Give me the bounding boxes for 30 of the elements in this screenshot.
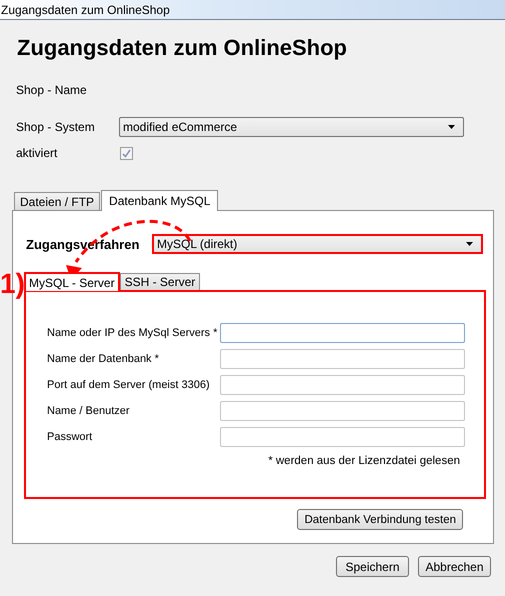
access-method-dropdown[interactable]: MySQL (direkt) <box>152 234 483 254</box>
dialog-heading: Zugangsdaten zum OnlineShop <box>17 34 348 62</box>
checkbox[interactable] <box>120 146 133 160</box>
field-label: Passwort <box>47 431 94 443</box>
input-field[interactable] <box>220 349 465 369</box>
field-label: Shop - System <box>16 120 96 134</box>
field-label: Name / Benutzer <box>47 405 131 417</box>
input-field[interactable] <box>220 401 465 421</box>
tab[interactable]: Dateien / FTP <box>14 192 100 210</box>
field-label: Shop - Name <box>16 83 88 97</box>
input-field[interactable] <box>220 323 465 343</box>
window-title: Zugangsdaten zum OnlineShop <box>0 2 170 16</box>
caret-icon <box>448 125 455 129</box>
caret-icon <box>466 242 473 246</box>
field-label: Port auf dem Server (meist 3306) <box>47 379 211 391</box>
tab[interactable]: SSH - Server <box>120 273 200 290</box>
field-label: aktiviert <box>16 146 58 160</box>
dialog-button[interactable]: Speichern <box>336 556 409 577</box>
test-connection-button[interactable]: Datenbank Verbindung testen <box>297 509 463 530</box>
field-label: Name der Datenbank * <box>47 353 160 365</box>
input-field[interactable] <box>220 375 465 395</box>
note-text: * werden aus der Lizenzdatei gelesen <box>267 455 460 467</box>
tab[interactable]: Datenbank MySQL <box>101 190 218 211</box>
callout-number: 1) <box>0 268 25 300</box>
dialog-button[interactable]: Abbrechen <box>418 556 491 577</box>
field-label: Name oder IP des MySql Servers * <box>47 327 218 339</box>
field-label: Zugangsverfahren <box>26 236 140 252</box>
input-field[interactable] <box>220 427 465 447</box>
shop-system-dropdown[interactable]: modified eCommerce <box>119 117 464 137</box>
tab[interactable]: MySQL - Server <box>24 272 120 291</box>
